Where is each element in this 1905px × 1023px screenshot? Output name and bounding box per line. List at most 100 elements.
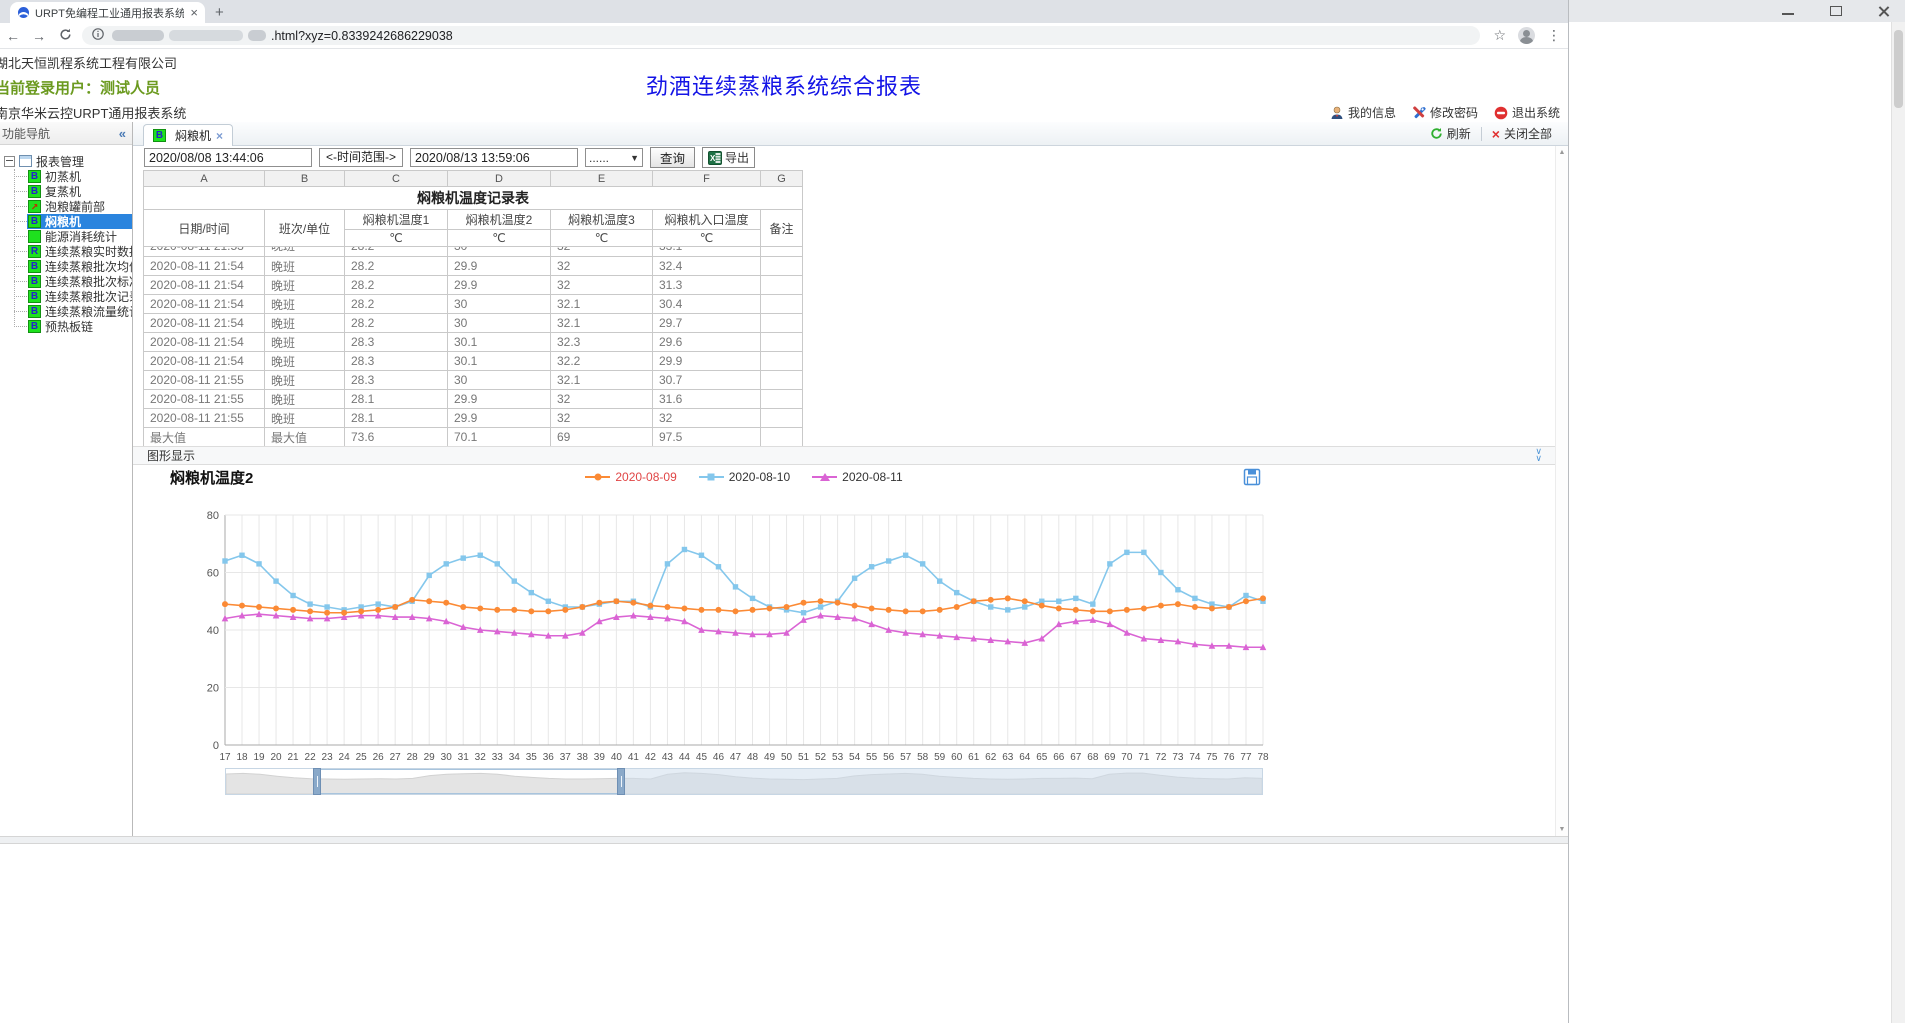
datazoom-handle-left[interactable] xyxy=(313,768,321,795)
logout-icon xyxy=(1494,106,1508,120)
close-all-label: 关闭全部 xyxy=(1504,125,1552,142)
header-temp3: 焖粮机温度3 xyxy=(551,210,653,230)
x-tick-label: 32 xyxy=(475,752,487,763)
x-tick-label: 46 xyxy=(713,752,725,763)
tab-close-icon[interactable]: × xyxy=(216,129,223,143)
end-time-input[interactable] xyxy=(410,148,578,167)
sidebar-item-初蒸机[interactable]: B初蒸机 xyxy=(4,169,132,184)
reload-icon[interactable] xyxy=(52,28,78,44)
sidebar-item-泡粮罐前部[interactable]: ↗泡粮罐前部 xyxy=(4,199,132,214)
x-tick-label: 35 xyxy=(526,752,538,763)
scroll-down-icon[interactable]: ▼ xyxy=(1556,826,1568,833)
svg-text:X: X xyxy=(710,154,716,163)
sidebar-item-预热板链[interactable]: B预热板链 xyxy=(4,319,132,334)
sidebar-item-焖粮机[interactable]: B焖粮机 xyxy=(4,214,132,229)
forward-icon[interactable]: → xyxy=(26,28,52,44)
chart-legend: 2020-08-09 2020-08-10 2020-08-11 xyxy=(225,470,1263,484)
close-icon[interactable] xyxy=(1877,5,1891,17)
export-label: 导出 xyxy=(725,149,749,166)
tree-item-body: 能源消耗统计 xyxy=(27,229,132,244)
col-letter: D xyxy=(448,171,551,187)
datazoom-window[interactable] xyxy=(317,769,621,794)
cell: 29.9 xyxy=(448,390,551,409)
cell: 32.1 xyxy=(551,295,653,314)
content-scrollbar[interactable]: ▲ ▼ xyxy=(1555,146,1568,836)
change-password-button[interactable]: 修改密码 xyxy=(1412,104,1478,121)
cell: 30 xyxy=(448,314,551,333)
maximize-icon[interactable] xyxy=(1829,5,1843,17)
header-shift: 班次/单位 xyxy=(265,210,345,247)
scrollbar-thumb[interactable] xyxy=(1894,30,1903,108)
sidebar-item-能源消耗统计[interactable]: 能源消耗统计 xyxy=(4,229,132,244)
tree-connector xyxy=(14,281,27,282)
cell: 2020-08-11 21:55 xyxy=(144,390,265,409)
tree-connector xyxy=(14,176,27,177)
cell: 32 xyxy=(653,409,761,428)
cell: 28.3 xyxy=(345,333,448,352)
x-tick-label: 25 xyxy=(356,752,368,763)
url-redacted-segment xyxy=(112,30,164,41)
y-tick-label: 80 xyxy=(207,510,219,522)
cell: 28.2 xyxy=(345,276,448,295)
sidebar-item-连续蒸粮批次标准差[interactable]: B连续蒸粮批次标准差 xyxy=(4,274,132,289)
query-button[interactable]: 查询 xyxy=(650,147,695,168)
tab-close-icon[interactable]: × xyxy=(190,6,198,19)
legend-item-2020-08-11[interactable]: 2020-08-11 xyxy=(812,470,903,484)
change-password-label: 修改密码 xyxy=(1430,104,1478,121)
minimize-icon[interactable] xyxy=(1781,5,1795,17)
close-all-button[interactable]: × 关闭全部 xyxy=(1492,125,1552,142)
profile-avatar[interactable] xyxy=(1518,27,1535,44)
cell: 29.9 xyxy=(448,409,551,428)
filter-dropdown[interactable]: ...... ▼ xyxy=(585,148,643,167)
tree-item-icon: B xyxy=(28,260,41,273)
table-row: 2020-08-11 21:54晚班28.23032.130.4 xyxy=(144,295,803,314)
bookmark-star-icon[interactable]: ☆ xyxy=(1493,27,1506,44)
x-tick-label: 40 xyxy=(611,752,623,763)
new-tab-button[interactable]: + xyxy=(215,4,224,21)
tree-item-label: 预热板链 xyxy=(45,318,93,335)
legend-item-2020-08-09[interactable]: 2020-08-09 xyxy=(585,470,676,484)
tree-item-icon: B xyxy=(28,290,41,303)
refresh-button[interactable]: 刷新 xyxy=(1430,125,1471,142)
sidebar-collapse-icon[interactable]: « xyxy=(119,126,126,141)
datazoom-handle-right[interactable] xyxy=(617,768,625,795)
sidebar-item-连续蒸粮实时数据[interactable]: R连续蒸粮实时数据 xyxy=(4,244,132,259)
window-scrollbar[interactable] xyxy=(1891,22,1905,1023)
header-temp1: 焖粮机温度1 xyxy=(345,210,448,230)
bottom-scroll-strip[interactable] xyxy=(0,836,1568,844)
x-tick-label: 33 xyxy=(492,752,504,763)
logout-button[interactable]: 退出系统 xyxy=(1494,104,1560,121)
legend-item-2020-08-10[interactable]: 2020-08-10 xyxy=(699,470,790,484)
cell: 32.2 xyxy=(551,352,653,371)
browser-menu-icon[interactable]: ⋮ xyxy=(1547,27,1561,44)
x-tick-label: 24 xyxy=(339,752,351,763)
browser-tab[interactable]: URPT免编程工业通用报表系统 × xyxy=(10,2,205,23)
tab-menliangji[interactable]: B 焖粮机 × xyxy=(143,124,233,146)
sidebar-item-复蒸机[interactable]: B复蒸机 xyxy=(4,184,132,199)
cell: 29.9 xyxy=(653,352,761,371)
sidebar-root-node[interactable]: 报表管理 xyxy=(4,153,132,169)
collapse-chevron-icon[interactable]: ∨∨ xyxy=(1535,448,1542,462)
tree-expander-icon[interactable] xyxy=(4,156,15,167)
sidebar-item-连续蒸粮批次均值[interactable]: B连续蒸粮批次均值 xyxy=(4,259,132,274)
start-time-input[interactable] xyxy=(144,148,312,167)
scroll-up-icon[interactable]: ▲ xyxy=(1556,149,1568,156)
my-info-button[interactable]: 我的信息 xyxy=(1330,104,1396,121)
tree-item-body: B连续蒸粮批次记录 xyxy=(27,289,133,304)
cell: 晚班 xyxy=(265,333,345,352)
back-icon[interactable]: ← xyxy=(0,28,26,44)
app-body: 功能导航 « 报表管理 B初蒸机B复蒸机↗泡粮罐前部B焖粮机能源消耗统计R连续蒸… xyxy=(0,122,1568,836)
cell: 28.2 xyxy=(345,247,448,257)
tree-item-body: B初蒸机 xyxy=(27,169,132,184)
legend-label: 2020-08-10 xyxy=(729,470,790,484)
info-icon[interactable] xyxy=(92,28,104,43)
export-button[interactable]: X 导出 xyxy=(702,147,755,168)
col-letter: B xyxy=(265,171,345,187)
cell: 32 xyxy=(551,247,653,257)
sidebar-item-连续蒸粮批次记录[interactable]: B连续蒸粮批次记录 xyxy=(4,289,132,304)
sidebar-item-连续蒸粮流量统计[interactable]: B连续蒸粮流量统计 xyxy=(4,304,132,319)
url-bar[interactable]: .html?xyz=0.8339242686229038 xyxy=(82,26,1480,45)
x-tick-label: 60 xyxy=(951,752,963,763)
datazoom-slider[interactable] xyxy=(225,768,1263,795)
save-chart-icon[interactable] xyxy=(1243,468,1261,486)
